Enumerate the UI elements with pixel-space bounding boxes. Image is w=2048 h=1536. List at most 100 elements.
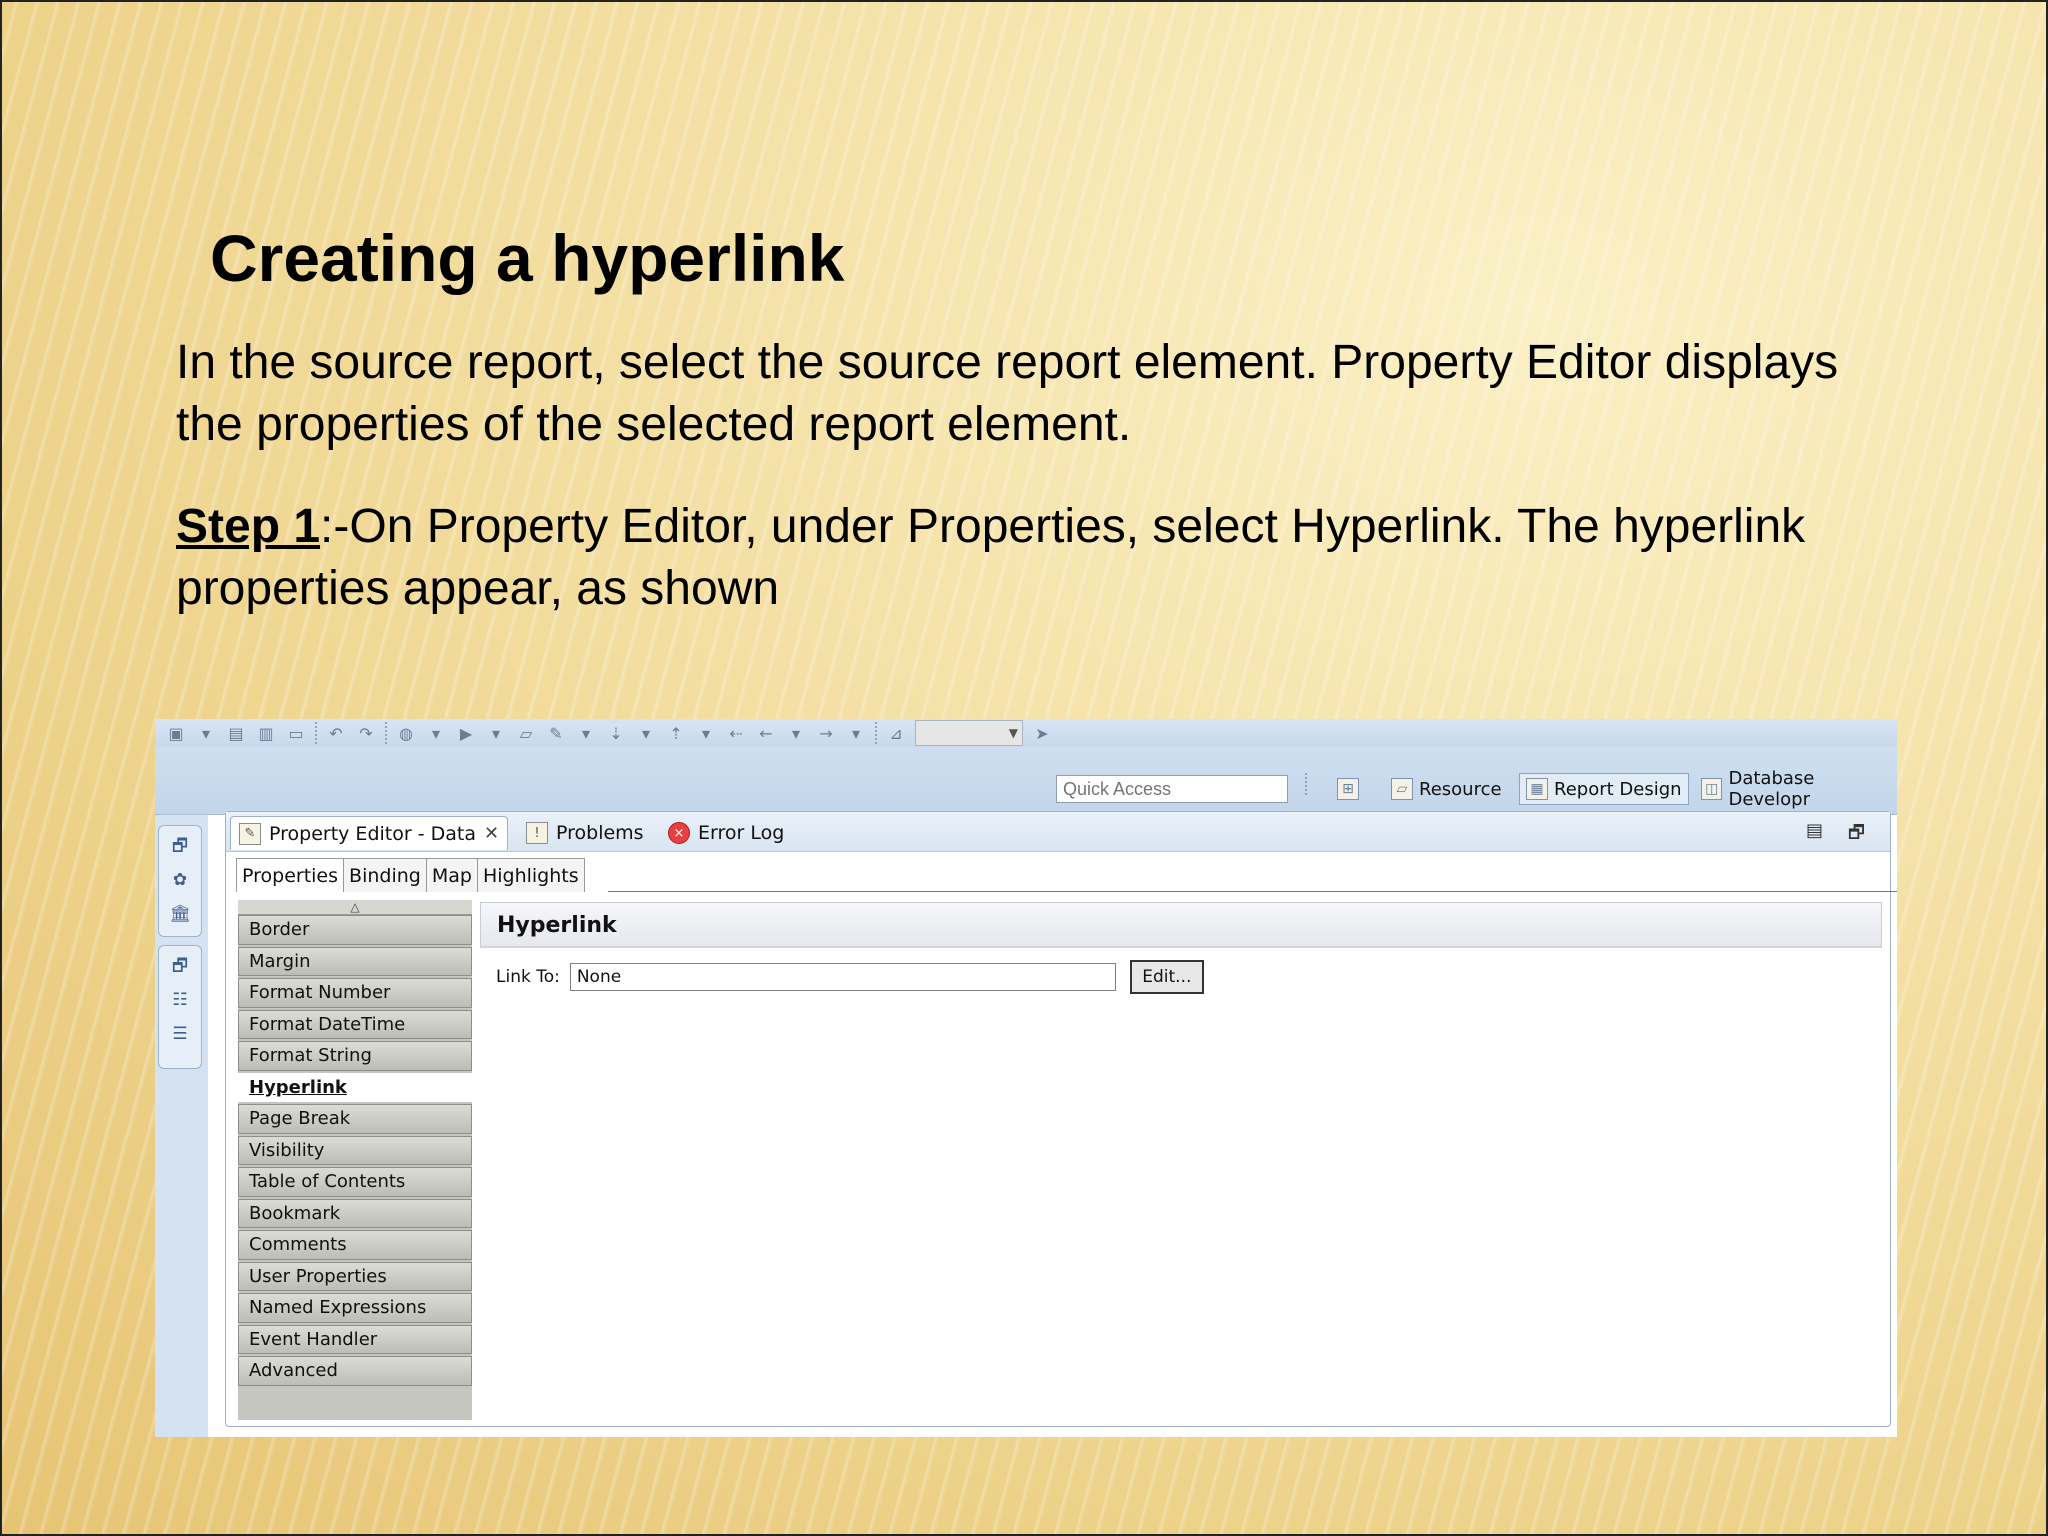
pointer-icon[interactable]: ➤ xyxy=(1031,722,1053,744)
prev-annotation-icon[interactable]: ⇡ xyxy=(665,722,687,744)
subtab-highlights[interactable]: Highlights xyxy=(476,858,585,892)
category-item[interactable]: Table of Contents xyxy=(238,1167,472,1197)
view-tab-bar: ✎ Property Editor - Data ✕ ! Problems × … xyxy=(226,812,1890,852)
pin-icon[interactable]: ⊿ xyxy=(885,722,907,744)
category-item[interactable]: Event Handler xyxy=(238,1324,472,1354)
forward-icon[interactable]: → xyxy=(815,722,837,744)
left-trim-stack: 🗗 ✿ 🏛 🗗 ☷ ☰ xyxy=(155,815,208,1437)
toolbar-separator xyxy=(1305,773,1307,795)
perspective-report-design[interactable]: ▦ Report Design xyxy=(1519,773,1689,805)
category-item[interactable]: Page Break xyxy=(238,1104,472,1134)
database-icon: ◫ xyxy=(1701,778,1723,800)
link-to-row: Link To: None Edit... xyxy=(496,960,1204,994)
outline-icon[interactable]: ☷ xyxy=(168,990,192,1010)
perspective-bar: ⊞ ▱ Resource ▦ Report Design ◫Database Dev… xyxy=(155,747,1897,815)
pencil-icon[interactable]: ✎ xyxy=(545,722,567,744)
category-item[interactable]: Comments xyxy=(238,1230,472,1260)
dropdown-arrow-icon[interactable]: ▾ xyxy=(635,722,657,744)
palette-icon[interactable]: ✿ xyxy=(168,870,192,890)
save-all-icon[interactable]: ▥ xyxy=(255,722,277,744)
category-item[interactable]: User Properties xyxy=(238,1261,472,1291)
run-icon[interactable]: ▶ xyxy=(455,722,477,744)
step-paragraph: Step 1:-On Property Editor, under Proper… xyxy=(176,496,1876,620)
tab-label: Property Editor - Data xyxy=(269,822,476,845)
folder-icon: ▱ xyxy=(1391,778,1413,800)
restore-icon[interactable]: 🗗 xyxy=(168,956,192,976)
minimized-stack-1: 🗗 ✿ 🏛 xyxy=(158,825,202,937)
undo-icon[interactable]: ↶ xyxy=(325,722,347,744)
maximize-icon[interactable]: 🗗 xyxy=(1848,820,1865,850)
dropdown-arrow-icon[interactable]: ▾ xyxy=(425,722,447,744)
dropdown-arrow-icon[interactable]: ▾ xyxy=(195,722,217,744)
dropdown-arrow-icon[interactable]: ▾ xyxy=(695,722,717,744)
open-perspective-button[interactable]: ⊞ xyxy=(1337,773,1359,805)
tab-label: Error Log xyxy=(698,822,785,844)
category-item[interactable]: Advanced xyxy=(238,1356,472,1386)
subtab-binding[interactable]: Binding xyxy=(343,858,427,892)
close-icon[interactable]: ✕ xyxy=(484,823,499,844)
report-design-icon: ▦ xyxy=(1526,778,1548,800)
perspective-resource[interactable]: ▱ Resource xyxy=(1391,773,1502,805)
category-item[interactable]: Border xyxy=(238,915,472,945)
last-edit-icon[interactable]: ⇠ xyxy=(725,722,747,744)
dropdown-arrow-icon[interactable]: ▾ xyxy=(785,722,807,744)
section-title: Hyperlink xyxy=(480,902,1882,948)
perspective-label: Database Developr xyxy=(1728,768,1815,810)
redo-icon[interactable]: ↷ xyxy=(355,722,377,744)
property-subtabs: Properties Binding Map Highlights xyxy=(236,858,585,892)
subtab-properties[interactable]: Properties xyxy=(236,858,345,892)
category-item[interactable]: Format DateTime xyxy=(238,1009,472,1039)
step-text: :-On Property Editor, under Properties, … xyxy=(176,500,1806,615)
category-item[interactable]: Visibility xyxy=(238,1135,472,1165)
subtab-map[interactable]: Map xyxy=(425,858,478,892)
tab-problems[interactable]: ! Problems xyxy=(518,816,652,850)
link-to-label: Link To: xyxy=(496,967,560,987)
category-item[interactable]: Format Number xyxy=(238,978,472,1008)
new-icon[interactable]: ▣ xyxy=(165,722,187,744)
intro-paragraph: In the source report, select the source … xyxy=(176,336,1839,451)
step-label: Step 1 xyxy=(176,500,321,553)
category-item[interactable]: Margin xyxy=(238,946,472,976)
data-explorer-icon[interactable]: ☰ xyxy=(168,1024,192,1044)
minimized-stack-2: 🗗 ☷ ☰ xyxy=(158,945,202,1069)
perspective-database[interactable]: ◫ Database Developr xyxy=(1701,768,1897,810)
view-menu-icon[interactable]: ▤ xyxy=(1806,820,1823,841)
back-icon[interactable]: ← xyxy=(755,722,777,744)
open-folder-icon[interactable]: ▱ xyxy=(515,722,537,744)
dropdown-arrow-icon[interactable]: ▾ xyxy=(845,722,867,744)
print-icon[interactable]: ▭ xyxy=(285,722,307,744)
edit-button[interactable]: Edit... xyxy=(1129,960,1204,994)
open-perspective-icon: ⊞ xyxy=(1337,778,1359,800)
eclipse-screenshot: ▣ ▾ ▤ ▥ ▭ ↶ ↷ ◍ ▾ ▶ ▾ ▱ ✎ ▾ ⇣ ▾ ⇡ ▾ ⇠ ← … xyxy=(155,719,1897,1437)
library-icon[interactable]: 🏛 xyxy=(168,904,192,924)
hyperlink-section: Hyperlink Link To: None Edit... xyxy=(480,902,1882,994)
category-item[interactable]: Bookmark xyxy=(238,1198,472,1228)
link-to-field[interactable]: None xyxy=(569,963,1116,991)
toolbar-separator xyxy=(875,722,877,744)
quick-access-input[interactable] xyxy=(1056,775,1288,803)
tab-error-log[interactable]: × Error Log xyxy=(660,816,792,850)
restore-icon[interactable]: 🗗 xyxy=(168,836,192,856)
property-editor-icon: ✎ xyxy=(239,822,261,845)
category-list: △ Border Margin Format Number Format Dat… xyxy=(238,900,472,1420)
tab-label: Problems xyxy=(556,822,644,844)
dropdown-arrow-icon[interactable]: ▾ xyxy=(485,722,507,744)
toolbar-separator xyxy=(385,722,387,744)
scroll-up-arrow-icon[interactable]: △ xyxy=(238,900,472,915)
toolbar-combo[interactable]: ▼ xyxy=(915,720,1023,746)
tab-property-editor[interactable]: ✎ Property Editor - Data ✕ xyxy=(230,816,509,850)
category-item[interactable]: Named Expressions xyxy=(238,1293,472,1323)
error-log-icon: × xyxy=(668,822,690,844)
globe-icon[interactable]: ◍ xyxy=(395,722,417,744)
save-icon[interactable]: ▤ xyxy=(225,722,247,744)
perspective-label: Report Design xyxy=(1554,778,1682,800)
toolbar-separator xyxy=(315,722,317,744)
next-annotation-icon[interactable]: ⇣ xyxy=(605,722,627,744)
dropdown-arrow-icon[interactable]: ▾ xyxy=(575,722,597,744)
combo-arrow-icon: ▼ xyxy=(1008,726,1018,740)
category-item[interactable]: Format String xyxy=(238,1041,472,1071)
subtab-divider xyxy=(608,891,1897,892)
perspective-label: Resource xyxy=(1419,778,1502,800)
category-item-selected[interactable]: Hyperlink xyxy=(238,1072,472,1102)
property-editor-view: ✎ Property Editor - Data ✕ ! Problems × … xyxy=(225,811,1897,1427)
